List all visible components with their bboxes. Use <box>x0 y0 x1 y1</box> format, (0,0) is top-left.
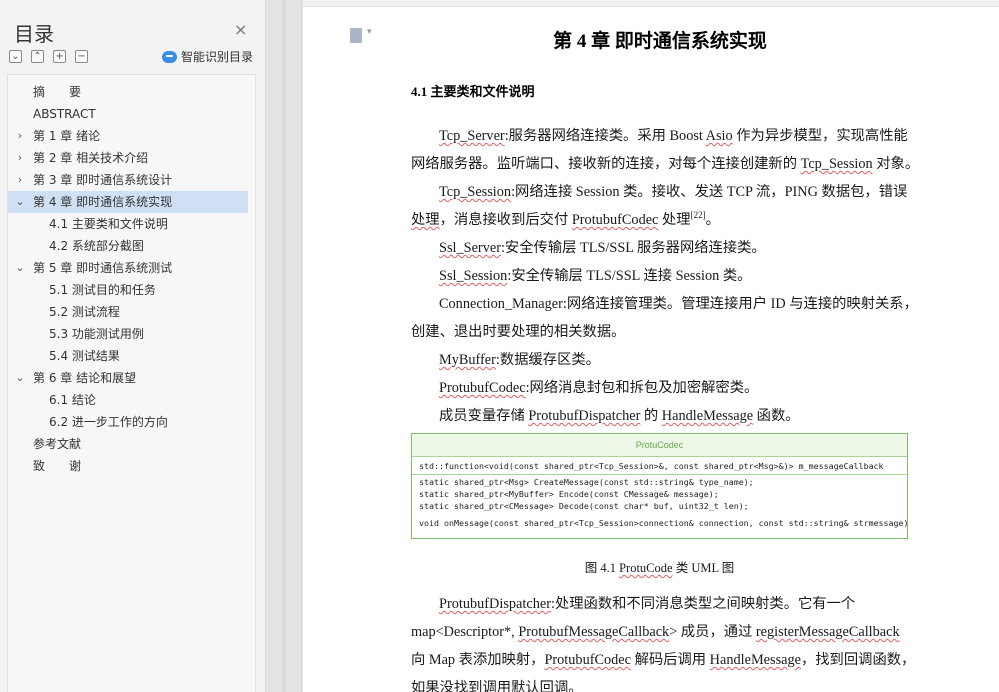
toc-item-label: 4.1 主要类和文件说明 <box>49 217 168 231</box>
collapse-all-icon[interactable]: ⌄ <box>9 50 22 63</box>
toc-item-label: 第 3 章 即时通信系统设计 <box>33 173 173 187</box>
toc-item[interactable]: 致 谢 <box>8 455 255 477</box>
chevron-down-icon[interactable]: ⌄ <box>14 191 26 213</box>
smart-recognize-icon <box>162 50 177 63</box>
paragraph-protubufcodec: ProtubufCodec:网络消息封包和拆包及加密解密类。 <box>439 380 759 396</box>
uml-class-diagram: ProtuCodec std::function<void(const shar… <box>411 433 908 539</box>
toc-item-label: 参考文献 <box>33 437 82 451</box>
uml-class-name: ProtuCodec <box>412 434 907 457</box>
toc-item[interactable]: 5.4 测试结果 <box>8 345 255 367</box>
paragraph-tcp-server-2: 网络服务器。监听端口、接收新的连接，对每个连接创建新的 Tcp_Session … <box>411 156 920 172</box>
toc-item-label: 第 1 章 绪论 <box>33 129 101 143</box>
toc-item-label: 6.2 进一步工作的方向 <box>49 415 168 429</box>
toc-item[interactable]: 5.1 测试目的和任务 <box>8 279 255 301</box>
paragraph-tcp-server-1: Tcp_Server:服务器网络连接类。采用 Boost Asio 作为异步模型… <box>439 128 908 144</box>
toc-list: 摘 要 ABSTRACT › 第 1 章 绪论 › 第 2 章 相关技术介绍 › 第 3 章 … <box>7 74 256 692</box>
toc-item[interactable]: ⌄ 第 6 章 结论和展望 <box>8 367 255 389</box>
scroll-gutter[interactable] <box>266 0 302 692</box>
toc-item-label: 5.4 测试结果 <box>49 349 120 363</box>
expand-all-icon[interactable]: ⌃ <box>31 50 44 63</box>
paragraph-tcp-session-1: Tcp_Session:网络连接 Session 类。接收、发送 TCP 流，P… <box>439 184 908 200</box>
uml-operation: static shared_ptr<MyBuffer> Encode(const… <box>419 489 719 499</box>
toc-item-label: ABSTRACT <box>33 107 96 121</box>
section-title: 4.1 主要类和文件说明 <box>411 84 535 99</box>
smart-recognize-label: 智能识别目录 <box>181 50 254 64</box>
page-top-strip <box>303 0 999 7</box>
document-icon[interactable] <box>350 27 372 43</box>
toc-item[interactable]: 6.2 进一步工作的方向 <box>8 411 255 433</box>
toc-item-label: 5.1 测试目的和任务 <box>49 283 156 297</box>
chapter-title: 第 4 章 即时通信系统实现 <box>553 31 767 52</box>
chevron-down-icon[interactable]: ⌄ <box>14 367 26 389</box>
toc-item[interactable]: ⌄ 第 5 章 即时通信系统测试 <box>8 257 255 279</box>
toc-item-label: 5.3 功能测试用例 <box>49 327 144 341</box>
toc-item[interactable]: 摘 要 <box>8 81 255 103</box>
paragraph-dispatcher-2: map<Descriptor*, ProtubufMessageCallback… <box>411 624 900 640</box>
paragraph-ssl-server: Ssl_Server:安全传输层 TLS/SSL 服务器网络连接类。 <box>439 240 766 256</box>
toc-item-label: 第 2 章 相关技术介绍 <box>33 151 149 165</box>
paragraph-connection-manager-1: Connection_Manager:网络连接管理类。管理连接用户 ID 与连接… <box>439 296 918 312</box>
toc-item-label: 第 5 章 即时通信系统测试 <box>33 261 173 275</box>
toc-item[interactable]: › 第 2 章 相关技术介绍 <box>8 147 255 169</box>
chevron-right-icon[interactable]: › <box>14 169 26 191</box>
close-icon[interactable]: × <box>234 20 247 39</box>
uml-operation: void onMessage(const shared_ptr<Tcp_Sess… <box>419 518 907 528</box>
toc-item[interactable]: 6.1 结论 <box>8 389 255 411</box>
paragraph-ssl-session: Ssl_Session:安全传输层 TLS/SSL 连接 Session 类。 <box>439 268 752 284</box>
figure-caption: 图 4.1 ProtuCode 类 UML 图 <box>584 561 735 575</box>
paragraph-dispatcher-1: ProtubufDispatcher:处理函数和不同消息类型之间映射类。它有一个 <box>439 596 856 612</box>
toc-item-label: 致 谢 <box>33 459 82 473</box>
toc-title: 目录 <box>14 22 54 46</box>
toc-item[interactable]: › 第 1 章 绪论 <box>8 125 255 147</box>
toc-item[interactable]: ⌄ 第 4 章 即时通信系统实现 <box>8 191 248 213</box>
toc-item[interactable]: 4.2 系统部分截图 <box>8 235 255 257</box>
toc-item[interactable]: › 第 3 章 即时通信系统设计 <box>8 169 255 191</box>
paragraph-mybuffer: MyBuffer:数据缓存区类。 <box>439 352 600 368</box>
toc-item-label: 6.1 结论 <box>49 393 96 407</box>
uml-operation: static shared_ptr<Msg> CreateMessage(con… <box>419 477 754 487</box>
uml-attribute: std::function<void(const shared_ptr<Tcp_… <box>419 461 884 471</box>
paragraph-member-variable: 成员变量存储 ProtubufDispatcher 的 HandleMessag… <box>439 408 800 424</box>
toc-item-label: 摘 要 <box>33 85 82 99</box>
toc-item[interactable]: ABSTRACT <box>8 103 255 125</box>
toc-item[interactable]: 5.2 测试流程 <box>8 301 255 323</box>
toc-toolbar: ⌄ ⌃ + − <box>9 50 88 63</box>
uml-operations: static shared_ptr<Msg> CreateMessage(con… <box>412 474 907 529</box>
toc-item-label: 第 4 章 即时通信系统实现 <box>33 195 173 209</box>
toc-item[interactable]: 5.3 功能测试用例 <box>8 323 255 345</box>
toc-item[interactable]: 参考文献 <box>8 433 255 455</box>
paragraph-tcp-session-2: 处理，消息接收到后交付 ProtubufCodec 处理[22]。 <box>411 210 720 228</box>
toc-item-label: 4.2 系统部分截图 <box>49 239 144 253</box>
chevron-right-icon[interactable]: › <box>14 147 26 169</box>
scrollbar-track[interactable] <box>282 0 286 692</box>
uml-operation: static shared_ptr<CMessage> Decode(const… <box>419 501 749 511</box>
paragraph-connection-manager-2: 创建、退出时要处理的相关数据。 <box>411 324 626 340</box>
uml-attributes: std::function<void(const shared_ptr<Tcp_… <box>412 457 907 474</box>
remove-heading-icon[interactable]: − <box>75 50 88 63</box>
toc-panel: 目录 × ⌄ ⌃ + − 智能识别目录 摘 要 ABSTRACT › 第 1 章 绪论… <box>0 0 266 692</box>
toc-item[interactable]: 4.1 主要类和文件说明 <box>8 213 255 235</box>
toc-item-label: 第 6 章 结论和展望 <box>33 371 137 385</box>
paragraph-dispatcher-3: 向 Map 表添加映射，ProtubufCodec 解码后调用 HandleMe… <box>411 652 916 668</box>
chevron-right-icon[interactable]: › <box>14 125 26 147</box>
toc-item-label: 5.2 测试流程 <box>49 305 120 319</box>
smart-recognize-button[interactable]: 智能识别目录 <box>162 48 253 65</box>
chevron-down-icon[interactable]: ⌄ <box>14 257 26 279</box>
add-heading-icon[interactable]: + <box>53 50 66 63</box>
paragraph-dispatcher-4: 如果没找到调用默认回调。 <box>411 680 583 692</box>
